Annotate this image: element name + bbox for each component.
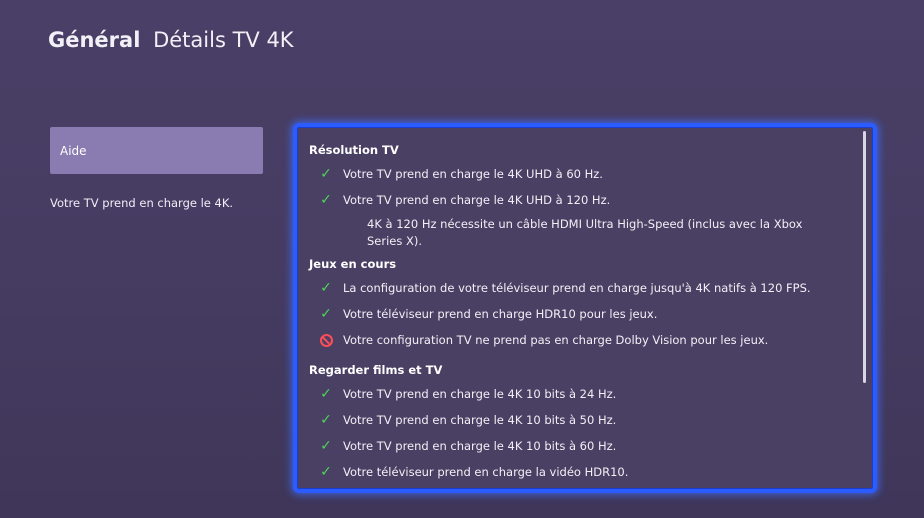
- list-item-text: Votre TV prend en charge le 4K 10 bits à…: [343, 387, 617, 401]
- list-item-text: Votre configuration TV ne prend pas en c…: [343, 333, 769, 347]
- list-item-text: Votre TV prend en charge le 4K UHD à 120…: [343, 193, 611, 207]
- panel-scrollbar[interactable]: [863, 131, 866, 383]
- page-title: Détails TV 4K: [153, 28, 294, 52]
- help-button-label: Aide: [60, 143, 87, 158]
- check-icon: ✓: [320, 386, 332, 402]
- list-item: ✓ Votre TV prend en charge le 4K 10 bits…: [309, 433, 859, 459]
- list-item-text: Votre téléviseur prend en charge la vidé…: [343, 465, 629, 479]
- check-icon: ✓: [320, 438, 332, 454]
- list-item-text: La configuration de votre téléviseur pre…: [343, 281, 811, 295]
- list-item: ✓ Votre TV prend en charge le 4K UHD à 1…: [309, 187, 859, 213]
- group-title-movies: Regarder films et TV: [309, 363, 443, 377]
- check-icon: ✓: [320, 412, 332, 428]
- list-item-text: Votre TV prend en charge le 4K UHD à 60 …: [343, 167, 603, 181]
- help-description: Votre TV prend en charge le 4K.: [50, 196, 234, 210]
- list-item: ✓ Votre téléviseur prend en charge la vi…: [309, 459, 859, 485]
- group-title-gaming: Jeux en cours: [309, 257, 397, 271]
- list-item: Votre configuration TV ne prend pas en c…: [309, 327, 859, 353]
- blocked-icon: [314, 333, 338, 347]
- list-item: ✓ Votre téléviseur prend en charge HDR10…: [309, 301, 859, 327]
- section-title: Général: [48, 28, 141, 52]
- panel-content: Résolution TV ✓ Votre TV prend en charge…: [309, 143, 859, 485]
- page-header: Général Détails TV 4K: [48, 28, 294, 52]
- tv-details-panel[interactable]: Résolution TV ✓ Votre TV prend en charge…: [293, 123, 877, 493]
- check-icon: ✓: [320, 166, 332, 182]
- list-item: ✓ Votre TV prend en charge le 4K 10 bits…: [309, 407, 859, 433]
- check-icon: ✓: [320, 306, 332, 322]
- group-title-resolution: Résolution TV: [309, 143, 399, 157]
- hdmi-note: 4K à 120 Hz nécessite un câble HDMI Ultr…: [367, 217, 803, 248]
- list-item-text: Votre TV prend en charge le 4K 10 bits à…: [343, 413, 617, 427]
- list-item-text: Votre TV prend en charge le 4K 10 bits à…: [343, 439, 617, 453]
- check-icon: ✓: [320, 192, 332, 208]
- list-item: ✓ La configuration de votre téléviseur p…: [309, 275, 859, 301]
- check-icon: ✓: [320, 464, 332, 480]
- check-icon: ✓: [320, 280, 332, 296]
- list-item: ✓ Votre TV prend en charge le 4K 10 bits…: [309, 381, 859, 407]
- list-item-text: Votre téléviseur prend en charge HDR10 p…: [343, 307, 658, 321]
- list-item: ✓ Votre TV prend en charge le 4K UHD à 6…: [309, 161, 859, 187]
- help-button[interactable]: Aide: [50, 127, 263, 174]
